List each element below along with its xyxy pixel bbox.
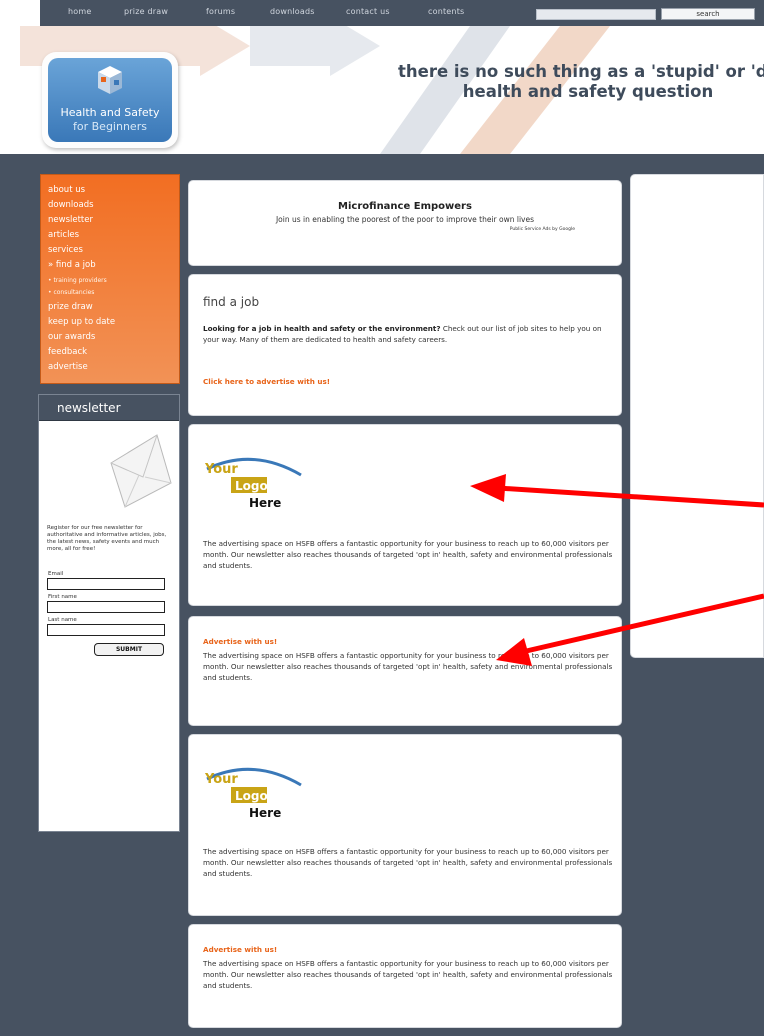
advertise-heading[interactable]: Advertise with us! [203, 637, 277, 646]
find-a-job-card: find a job Looking for a job in health a… [188, 274, 622, 416]
envelope-icon [110, 434, 172, 508]
sidebar-item-advertise[interactable]: advertise [48, 362, 88, 372]
sidebar-item-downloads[interactable]: downloads [48, 200, 94, 210]
last-name-field[interactable] [47, 624, 165, 636]
your-logo-here-image[interactable]: Your Logo Here [203, 763, 303, 823]
your-logo-here-image[interactable]: Your Logo Here [203, 453, 303, 513]
logo-text-your: Your [204, 462, 238, 477]
first-name-field[interactable] [47, 601, 165, 613]
ad-description: The advertising space on HSFB offers a f… [203, 847, 613, 878]
first-name-label: First name [48, 594, 77, 600]
nav-contact-us[interactable]: contact us [346, 7, 390, 16]
logo-panel: Health and Safety for Beginners [48, 58, 172, 142]
cube-icon [98, 66, 122, 94]
tagline: there is no such thing as a 'stupid' or … [338, 62, 764, 102]
sidebar-item-newsletter[interactable]: newsletter [48, 215, 93, 225]
newsletter-heading: newsletter [39, 395, 179, 421]
newsletter-box: newsletter Register for our free newslet… [38, 394, 180, 832]
sponsor-ad-title[interactable]: Microfinance Empowers [189, 201, 621, 212]
sidebar-item-services[interactable]: services [48, 245, 83, 255]
ad-description: The advertising space on HSFB offers a f… [203, 539, 613, 570]
email-field[interactable] [47, 578, 165, 590]
sidebar-item-keep-up-to-date[interactable]: keep up to date [48, 317, 115, 327]
nav-downloads[interactable]: downloads [270, 7, 315, 16]
sidebar-item-prize-draw[interactable]: prize draw [48, 302, 93, 312]
advertise-card: Advertise with us! The advertising space… [188, 924, 622, 1028]
search-input[interactable] [536, 9, 656, 20]
site-header: Health and Safety for Beginners there is… [0, 26, 764, 154]
sidebar-item-training-providers[interactable]: • training providers [48, 277, 107, 284]
side-navigation: about us downloads newsletter articles s… [40, 174, 180, 384]
sponsor-ad-attribution[interactable]: Public Service Ads by Google [510, 227, 575, 232]
logo-ad-card: Your Logo Here The advertising space on … [188, 424, 622, 606]
logo-ad-card: Your Logo Here The advertising space on … [188, 734, 622, 916]
logo-text-your: Your [204, 772, 238, 787]
nav-contents[interactable]: contents [428, 7, 464, 16]
sponsor-ad-text: Join us in enabling the poorest of the p… [275, 215, 535, 224]
sidebar-item-about-us[interactable]: about us [48, 185, 85, 195]
nav-prize-draw[interactable]: prize draw [124, 7, 168, 16]
ad-description: The advertising space on HSFB offers a f… [203, 959, 613, 990]
search-button[interactable]: search [661, 8, 755, 20]
top-navigation: home prize draw forums downloads contact… [40, 0, 764, 26]
tagline-line-1: there is no such thing as a 'stupid' or … [398, 62, 764, 81]
last-name-label: Last name [48, 617, 77, 623]
find-a-job-text: Looking for a job in health and safety o… [203, 323, 603, 345]
nav-home[interactable]: home [68, 7, 91, 16]
logo-text-logo: Logo [235, 479, 268, 493]
nav-forums[interactable]: forums [206, 7, 235, 16]
submit-button[interactable]: SUBMIT [94, 643, 164, 656]
logo-text-logo: Logo [235, 789, 268, 803]
find-a-job-lead: Looking for a job in health and safety o… [203, 324, 441, 333]
advertise-heading[interactable]: Advertise with us! [203, 945, 277, 954]
logo-subtitle: for Beginners [73, 120, 147, 133]
email-label: Email [48, 571, 64, 577]
sidebar-item-articles[interactable]: articles [48, 230, 79, 240]
sidebar-item-consultancies[interactable]: • consultancies [48, 289, 94, 296]
advertise-link[interactable]: Click here to advertise with us! [203, 377, 330, 386]
sidebar-item-find-a-job[interactable]: » find a job [48, 260, 96, 270]
right-panel [630, 174, 764, 658]
ad-description: The advertising space on HSFB offers a f… [203, 651, 613, 682]
newsletter-description: Register for our free newsletter for aut… [47, 525, 167, 552]
find-a-job-heading: find a job [203, 295, 260, 309]
logo-title: Health and Safety [60, 106, 160, 119]
logo-text-here: Here [249, 496, 281, 510]
sponsor-ad-card[interactable]: Microfinance Empowers Join us in enablin… [188, 180, 622, 266]
main-area: about us downloads newsletter articles s… [0, 154, 764, 1036]
site-logo[interactable]: Health and Safety for Beginners [42, 52, 178, 148]
sidebar-item-feedback[interactable]: feedback [48, 347, 87, 357]
advertise-card: Advertise with us! The advertising space… [188, 616, 622, 726]
sidebar-item-our-awards[interactable]: our awards [48, 332, 95, 342]
logo-text-here: Here [249, 806, 281, 820]
tagline-line-2: health and safety question [462, 82, 714, 101]
